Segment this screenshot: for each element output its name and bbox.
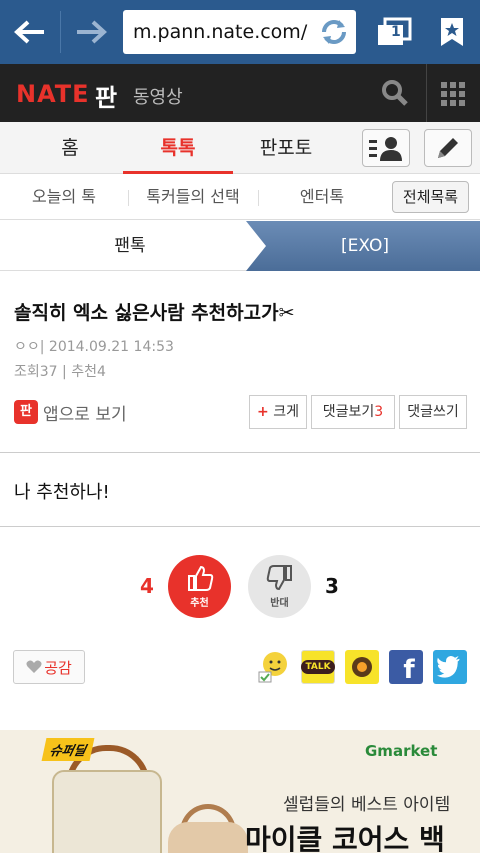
share-twitter-button[interactable] bbox=[433, 650, 467, 684]
gmarket-logo: Gmarket bbox=[365, 742, 438, 760]
search-button[interactable] bbox=[380, 78, 414, 108]
thumbs-down-icon bbox=[266, 565, 292, 591]
empathy-label: 공감 bbox=[44, 658, 72, 677]
divider bbox=[0, 452, 480, 453]
view-comments-label: 댓글보기 bbox=[322, 404, 375, 420]
recommend-button[interactable]: 추천 bbox=[168, 555, 231, 618]
reload-button[interactable] bbox=[316, 14, 352, 50]
my-page-button[interactable] bbox=[362, 129, 410, 167]
apps-menu-button[interactable] bbox=[441, 82, 465, 110]
nate-header: NATE 판 동영상 bbox=[0, 64, 480, 122]
twitter-icon bbox=[437, 656, 460, 678]
tabs-button[interactable]: 1 bbox=[370, 0, 418, 64]
url-text[interactable]: m.pann.nate.com/ bbox=[133, 21, 307, 43]
post-body: 나 추천하나! bbox=[14, 482, 110, 503]
share-facebook-button[interactable]: f bbox=[389, 650, 423, 685]
share-kakaotalk-button[interactable]: TALK bbox=[301, 650, 335, 684]
search-icon bbox=[382, 80, 408, 106]
recommend-label: 추천 bbox=[190, 598, 209, 609]
subtab-enter[interactable]: 엔터톡 bbox=[272, 174, 372, 220]
bookmark-star-icon bbox=[441, 18, 463, 46]
write-comment-button[interactable]: 댓글쓰기 bbox=[399, 395, 467, 429]
recommend-count: 4 bbox=[140, 574, 154, 598]
app-view-label: 앱으로 보기 bbox=[43, 404, 127, 425]
oppose-label: 반대 bbox=[270, 598, 289, 609]
oppose-count: 3 bbox=[325, 574, 339, 598]
app-view-link[interactable]: 판 앱으로 보기 bbox=[14, 398, 127, 426]
emoticon-icon bbox=[258, 652, 287, 683]
tab-home[interactable]: 홈 bbox=[20, 122, 120, 174]
post-stats: 조회37 | 추천4 bbox=[14, 364, 106, 380]
superdeal-badge: 슈퍼딜 bbox=[41, 738, 95, 761]
handbag-image bbox=[52, 770, 162, 853]
font-bigger-label: 크게 bbox=[273, 404, 299, 420]
all-list-button[interactable]: 전체목록 bbox=[392, 181, 469, 213]
back-button[interactable] bbox=[0, 0, 60, 64]
grid-icon bbox=[441, 82, 465, 106]
ad-banner[interactable]: 슈퍼딜 Gmarket 셀럽들의 베스트 아이템 마이클 코어스 백 bbox=[0, 730, 480, 853]
view-comments-button[interactable]: 댓글보기3 bbox=[311, 395, 395, 429]
pencil-icon bbox=[438, 138, 458, 158]
nate-logo[interactable]: NATE bbox=[16, 80, 90, 108]
tab-count: 1 bbox=[391, 24, 401, 40]
plus-icon: + bbox=[257, 404, 269, 420]
font-bigger-button[interactable]: + 크게 bbox=[249, 395, 307, 429]
forward-arrow-icon bbox=[77, 20, 107, 44]
handbag-image bbox=[168, 822, 248, 853]
post-author-date: ㅇㅇ| 2014.09.21 14:53 bbox=[14, 339, 174, 355]
tab-toktok[interactable]: 톡톡 bbox=[123, 122, 233, 174]
subtab-talkers-choice[interactable]: 톡커들의 선택 bbox=[133, 174, 253, 220]
forward-button[interactable] bbox=[61, 0, 121, 64]
post-title: 솔직히 엑소 싫은사람 추천하고가✂ bbox=[14, 302, 295, 324]
subtab-divider bbox=[128, 190, 129, 206]
empathy-button[interactable]: 공감 bbox=[13, 650, 85, 684]
pann-logo[interactable]: 판 bbox=[95, 78, 117, 113]
bookmark-button[interactable] bbox=[424, 0, 480, 64]
kakaostory-icon bbox=[352, 657, 372, 677]
comment-count: 3 bbox=[374, 404, 384, 420]
facebook-icon: f bbox=[403, 655, 415, 685]
oppose-button[interactable]: 반대 bbox=[248, 555, 311, 618]
pann-app-icon: 판 bbox=[14, 400, 38, 424]
user-list-icon bbox=[369, 137, 402, 161]
share-emoticon-button[interactable] bbox=[257, 650, 291, 684]
tab-pann-photo[interactable]: 판포토 bbox=[236, 122, 336, 174]
reload-icon bbox=[322, 20, 346, 44]
ad-title: 마이클 코어스 백 bbox=[245, 823, 445, 853]
thumbs-up-icon bbox=[187, 565, 213, 591]
sub-tabs: 오늘의 톡 톡커들의 선택 엔터톡 전체목록 bbox=[0, 174, 480, 220]
write-button[interactable] bbox=[424, 129, 472, 167]
ad-subtitle: 셀럽들의 베스트 아이템 bbox=[283, 795, 451, 815]
breadcrumb: 팬톡 [EXO] bbox=[0, 221, 480, 271]
back-arrow-icon bbox=[14, 20, 44, 44]
subtab-divider bbox=[258, 190, 259, 206]
subtab-today[interactable]: 오늘의 톡 bbox=[14, 174, 114, 220]
main-tabs: 홈 톡톡 판포토 bbox=[0, 122, 480, 174]
breadcrumb-fan-talk[interactable]: 팬톡 bbox=[0, 221, 260, 271]
heart-icon bbox=[26, 660, 42, 673]
share-kakaostory-button[interactable] bbox=[345, 650, 379, 684]
header-divider bbox=[426, 64, 427, 122]
divider bbox=[0, 526, 480, 527]
kakaotalk-icon: TALK bbox=[301, 660, 335, 674]
address-bar[interactable]: m.pann.nate.com/ bbox=[123, 10, 356, 54]
breadcrumb-exo[interactable]: [EXO] bbox=[290, 221, 440, 271]
video-link[interactable]: 동영상 bbox=[133, 83, 183, 109]
